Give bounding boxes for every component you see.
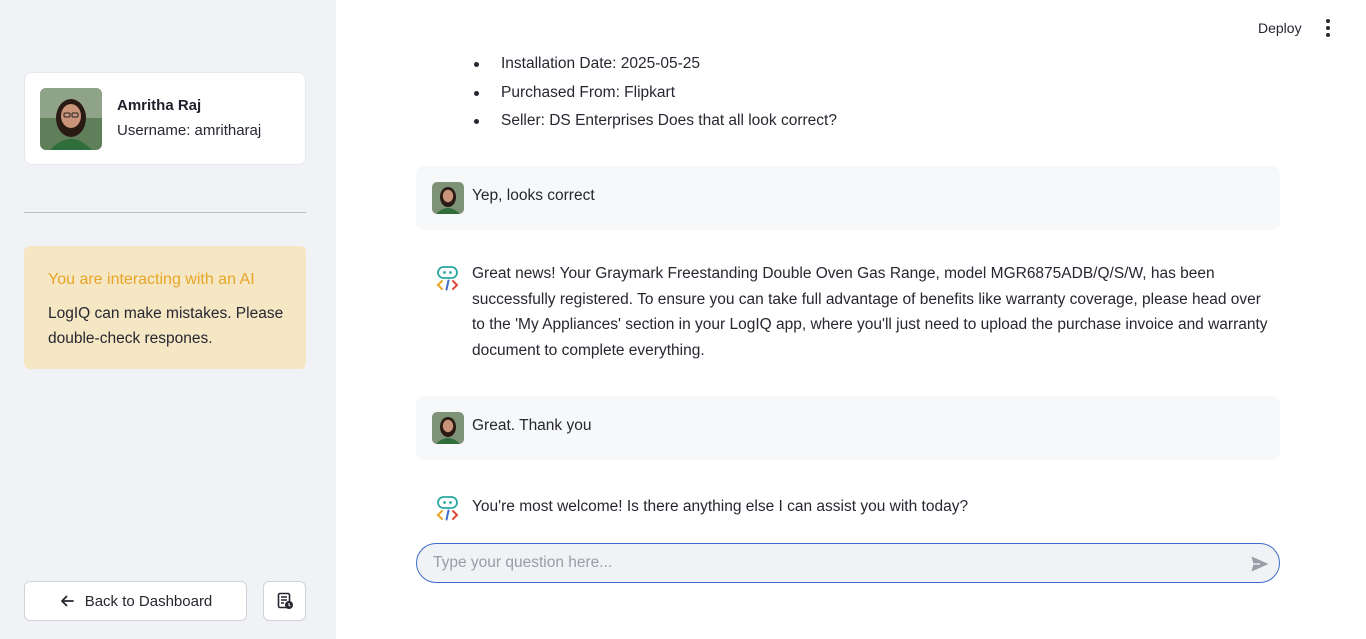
user-message: Great. Thank you	[416, 396, 1280, 460]
back-button-label: Back to Dashboard	[84, 592, 213, 610]
notice-body: LogIQ can make mistakes. Please double-c…	[48, 305, 284, 347]
send-icon[interactable]	[1250, 554, 1270, 574]
user-avatar	[432, 412, 464, 444]
document-clock-icon	[277, 592, 293, 609]
sidebar: Amritha Raj Username: amritharaj You are…	[0, 0, 336, 639]
sidebar-divider	[24, 212, 306, 213]
user-message: Yep, looks correct	[416, 166, 1280, 230]
registration-details-list: Installation Date: 2025-05-25 Purchased …	[472, 50, 837, 136]
profile-username: Username: amritharaj	[117, 122, 262, 139]
list-item: Purchased From: Flipkart	[472, 79, 837, 108]
chat-input[interactable]	[433, 544, 1233, 582]
assistant-message: Great news! Your Graymark Freestanding D…	[472, 265, 1268, 360]
list-item: Installation Date: 2025-05-25	[472, 50, 837, 79]
profile-card: Amritha Raj Username: amritharaj	[24, 72, 306, 165]
profile-name: Amritha Raj	[117, 97, 202, 114]
list-item: Seller: DS Enterprises Does that all loo…	[472, 107, 837, 136]
kebab-menu-icon[interactable]	[1318, 17, 1338, 39]
document-history-button[interactable]	[263, 581, 306, 621]
bot-code-icon	[436, 496, 460, 524]
message-text: Great. Thank you	[472, 417, 592, 434]
message-text: Yep, looks correct	[472, 187, 595, 204]
notice-title: You are interacting with an AI	[48, 271, 255, 288]
user-avatar	[432, 182, 464, 214]
bot-code-icon	[436, 266, 460, 294]
chat-input-container	[416, 543, 1280, 583]
ai-notice: You are interacting with an AI LogIQ can…	[24, 246, 306, 369]
deploy-button[interactable]: Deploy	[1248, 18, 1312, 38]
arrow-left-icon	[60, 595, 74, 607]
back-to-dashboard-button[interactable]: Back to Dashboard	[24, 581, 247, 621]
assistant-message: You're most welcome! Is there anything e…	[472, 498, 969, 515]
avatar	[40, 88, 102, 150]
